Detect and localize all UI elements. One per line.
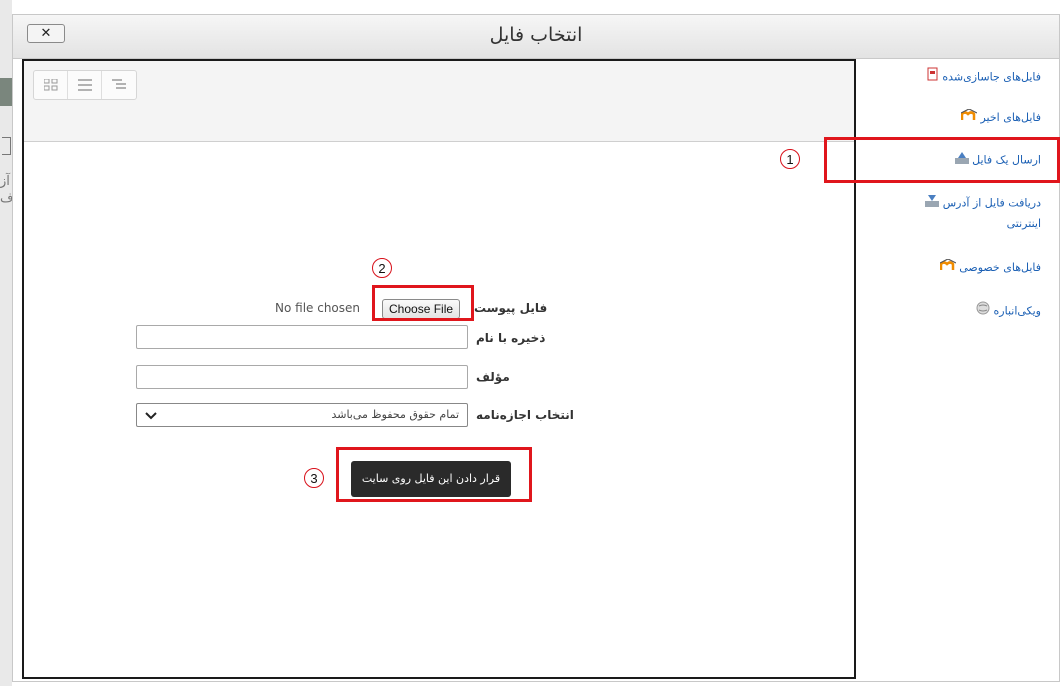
file-picker-dialog: انتخاب فایل ✕ No file chosen Choose File… — [12, 14, 1060, 682]
highlight-box-upload-file — [824, 137, 1060, 183]
chevron-down-icon — [145, 412, 157, 420]
sidebar-item-recent-files[interactable]: فایل‌های اخیر — [953, 108, 1041, 128]
sidebar-item-label: فایل‌های اخیر — [980, 111, 1041, 124]
annotation-marker: 2 — [372, 258, 392, 278]
license-select-value: تمام حقوق محفوظ می‌باشد — [331, 408, 459, 421]
view-toolbar — [24, 61, 854, 142]
file-picker-main-panel: No file chosen Choose File فایل پیوست ذخ… — [22, 59, 856, 679]
author-label: مؤلف — [476, 370, 510, 384]
sidebar-item-label: دریافت فایل از آدرس — [942, 196, 1041, 210]
background-text: آز — [0, 174, 10, 189]
background-block — [0, 78, 12, 106]
highlight-box-submit — [336, 447, 532, 502]
sidebar-item-url-download[interactable]: دریافت فایل از آدرس اینترنتی — [917, 193, 1041, 234]
author-input[interactable] — [136, 365, 468, 389]
sidebar-item-embedded-files[interactable]: فایل‌های جاسازی‌شده — [919, 67, 1041, 88]
sidebar-item-label: فایل‌های خصوصی — [959, 261, 1041, 274]
embedded-files-icon — [927, 67, 939, 88]
annotation-marker: 1 — [780, 149, 800, 169]
view-switcher — [33, 70, 137, 100]
moodle-private-icon — [939, 258, 956, 278]
icons-view-button[interactable] — [34, 71, 68, 99]
list-view-button[interactable] — [68, 71, 102, 99]
dialog-title: انتخاب فایل — [489, 24, 583, 46]
annotation-marker: 3 — [304, 468, 324, 488]
attachment-label: فایل پیوست — [474, 301, 548, 315]
moodle-recent-icon — [960, 108, 978, 128]
grid-icon — [43, 79, 57, 91]
no-file-text: No file chosen — [275, 301, 361, 315]
sidebar-item-wikimedia[interactable]: ویکی‌انباره — [968, 301, 1041, 322]
save-as-input[interactable] — [136, 325, 468, 349]
wikimedia-icon — [976, 301, 990, 322]
background-page: آز یاف — [0, 0, 21, 686]
tree-view-button[interactable] — [102, 71, 136, 99]
download-url-icon — [925, 193, 940, 214]
sidebar-item-label: ویکی‌انباره — [993, 304, 1041, 318]
list-icon — [77, 79, 92, 91]
highlight-box-choose-file — [372, 285, 474, 321]
license-label: انتخاب اجازه‌نامه — [476, 408, 574, 422]
sidebar-item-private-files[interactable]: فایل‌های خصوصی — [932, 258, 1041, 278]
close-button[interactable]: ✕ — [27, 24, 65, 43]
sidebar-item-label: فایل‌های جاسازی‌شده — [942, 70, 1041, 84]
dialog-titlebar: انتخاب فایل ✕ — [13, 15, 1059, 59]
tree-icon — [112, 79, 126, 89]
save-as-label: ذخیره با نام — [476, 331, 546, 345]
license-select[interactable]: تمام حقوق محفوظ می‌باشد — [136, 403, 468, 427]
background-bracket — [2, 137, 11, 155]
sidebar-item-label-cont: اینترنتی — [1006, 217, 1041, 230]
